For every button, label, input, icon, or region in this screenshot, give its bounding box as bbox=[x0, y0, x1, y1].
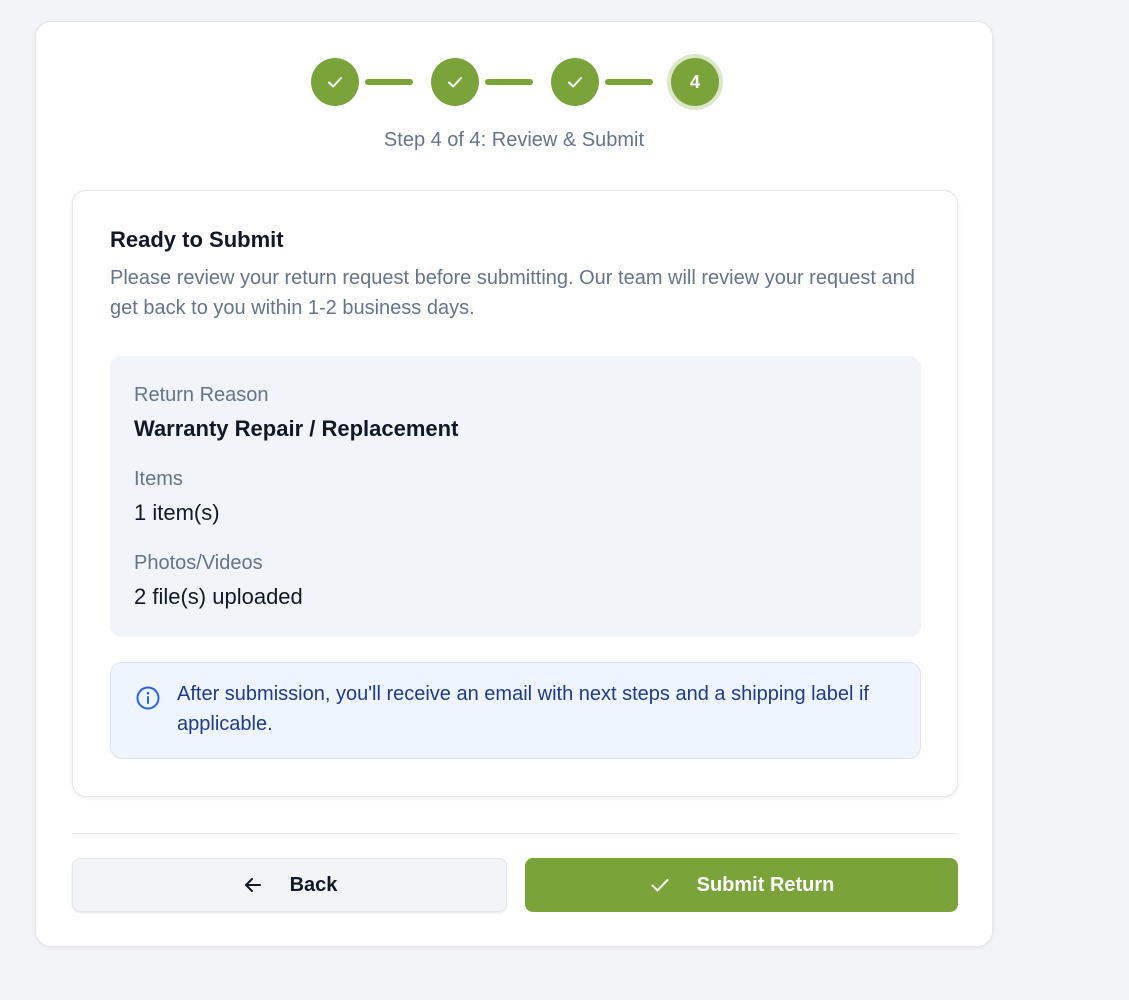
step-3-complete bbox=[551, 58, 599, 106]
submit-return-button[interactable]: Submit Return bbox=[525, 858, 958, 912]
divider bbox=[72, 833, 958, 834]
step-1-complete bbox=[311, 58, 359, 106]
return-summary: Return Reason Warranty Repair / Replacem… bbox=[110, 356, 921, 637]
check-icon bbox=[568, 77, 582, 88]
info-notice: After submission, you'll receive an emai… bbox=[110, 662, 921, 759]
progress-stepper: 4 bbox=[36, 58, 992, 108]
step-4-current: 4 bbox=[671, 58, 719, 106]
media-value: 2 file(s) uploaded bbox=[134, 584, 303, 609]
review-panel: Ready to Submit Please review your retur… bbox=[72, 190, 958, 797]
notice-text: After submission, you'll receive an emai… bbox=[177, 683, 869, 735]
step-number: 4 bbox=[689, 71, 700, 92]
review-title: Ready to Submit bbox=[110, 227, 284, 252]
check-icon bbox=[448, 77, 462, 88]
step-connector bbox=[605, 79, 653, 85]
return-wizard-card: 4 Step 4 of 4: Review & Submit Ready to … bbox=[35, 21, 993, 947]
return-reason-value: Warranty Repair / Replacement bbox=[134, 416, 459, 441]
back-button[interactable]: Back bbox=[72, 858, 507, 912]
submit-label: Submit Return bbox=[696, 873, 835, 896]
items-value: 1 item(s) bbox=[134, 500, 220, 525]
info-icon bbox=[136, 686, 160, 710]
check-icon bbox=[328, 77, 342, 88]
media-label: Photos/Videos bbox=[134, 552, 263, 574]
arrow-left-icon bbox=[242, 874, 264, 896]
step-caption: Step 4 of 4: Review & Submit bbox=[383, 129, 645, 151]
check-icon bbox=[649, 874, 671, 896]
return-reason-label: Return Reason bbox=[134, 384, 269, 406]
back-label: Back bbox=[289, 873, 338, 896]
step-connector bbox=[365, 79, 413, 85]
step-connector bbox=[485, 79, 533, 85]
review-description: Please review your return request before… bbox=[110, 267, 915, 319]
step-2-complete bbox=[431, 58, 479, 106]
items-label: Items bbox=[134, 468, 183, 490]
